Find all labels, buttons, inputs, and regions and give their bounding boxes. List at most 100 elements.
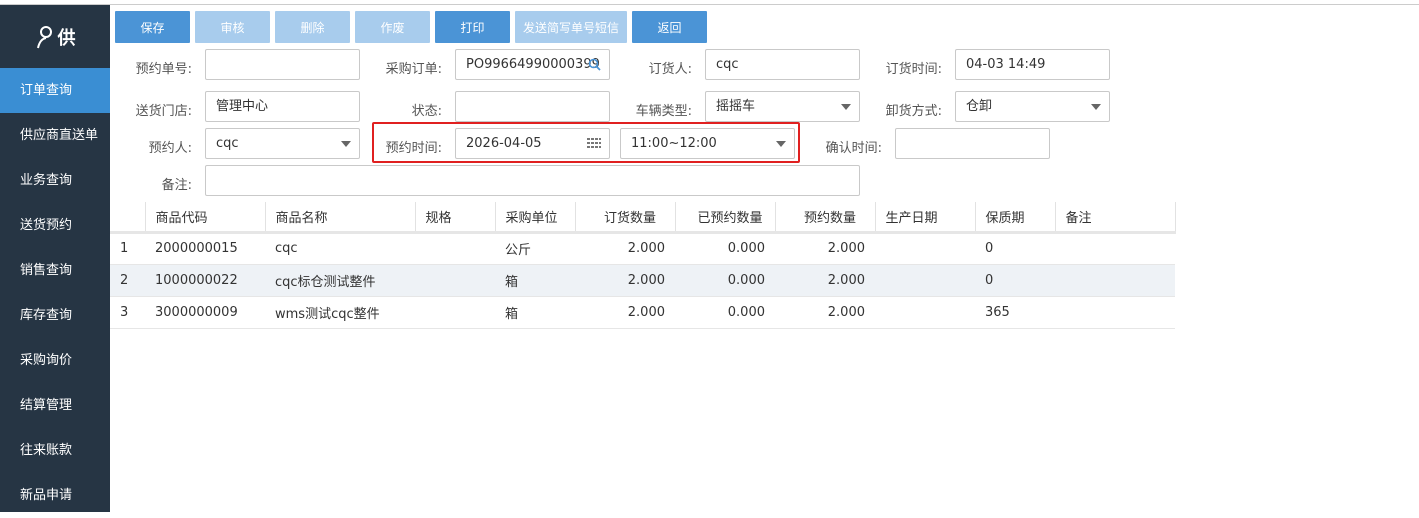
cell-unit: 箱 [495, 264, 575, 297]
vehicle-type-select[interactable]: 摇摇车 [705, 91, 860, 122]
logo: 供 [0, 5, 110, 68]
order-time-label: 订货时间: [885, 62, 942, 77]
cell-index: 2 [110, 264, 145, 297]
delete-button[interactable]: 删除 [275, 11, 350, 43]
col-header-production-date[interactable]: 生产日期 [875, 202, 976, 234]
cell-name: wms测试cqc整件 [265, 296, 415, 329]
sidebar-item-new-product[interactable]: 新品申请 [0, 473, 110, 518]
void-button[interactable]: 作废 [355, 11, 430, 43]
chevron-down-icon [1091, 104, 1101, 110]
store-label: 送货门店: [135, 104, 192, 119]
sidebar: 供 订单查询 供应商直送单 业务查询 送货预约 销售查询 库存查询 采购询价 结… [0, 5, 110, 512]
sidebar-item-inventory-query[interactable]: 库存查询 [0, 293, 110, 338]
reserver-select[interactable]: cqc [205, 128, 360, 159]
cell-remark[interactable] [1055, 296, 1175, 329]
chevron-down-icon [776, 141, 786, 147]
cell-reserve-qty[interactable]: 2.000 [775, 264, 875, 297]
col-header-shelf-life[interactable]: 保质期 [975, 202, 1056, 234]
remark-field[interactable] [205, 165, 860, 196]
cell-spec [415, 296, 495, 329]
cell-shelf-life: 365 [975, 296, 1055, 329]
reserver-value: cqc [216, 136, 239, 151]
order-time-field[interactable]: 04-03 14:49 [955, 49, 1110, 80]
cell-remark[interactable] [1055, 232, 1175, 265]
unload-method-value: 仓卸 [966, 99, 993, 114]
cell-spec [415, 264, 495, 297]
cell-code: 1000000022 [145, 264, 265, 297]
col-header-reserve-qty[interactable]: 预约数量 [775, 202, 876, 234]
cell-index: 3 [110, 296, 145, 329]
orderer-field[interactable]: cqc [705, 49, 860, 80]
logo-text: 供 [57, 27, 76, 49]
print-button[interactable]: 打印 [435, 11, 510, 43]
unload-method-select[interactable]: 仓卸 [955, 91, 1110, 122]
col-header-code[interactable]: 商品代码 [145, 202, 266, 234]
reserve-date-field[interactable]: 2026-04-05 [455, 128, 610, 159]
col-header-unit[interactable]: 采购单位 [495, 202, 576, 234]
cell-reserve-qty[interactable]: 2.000 [775, 232, 875, 265]
sidebar-item-supplier-direct[interactable]: 供应商直送单 [0, 113, 110, 158]
table-row[interactable]: 3 3000000009 wms测试cqc整件 箱 2.000 0.000 2.… [110, 296, 1175, 329]
purchase-order-label: 采购订单: [385, 62, 442, 77]
col-header-remark[interactable]: 备注 [1055, 202, 1176, 234]
status-label: 状态: [411, 104, 442, 119]
cell-reserved-qty: 0.000 [675, 232, 775, 265]
reserve-slot-value: 11:00~12:00 [631, 136, 717, 151]
reservation-no-label: 预约单号: [135, 62, 192, 77]
send-sms-button[interactable]: 发送简写单号短信 [515, 11, 627, 43]
confirm-time-label: 确认时间: [825, 141, 882, 156]
cell-order-qty: 2.000 [575, 264, 675, 297]
cell-reserve-qty[interactable]: 2.000 [775, 296, 875, 329]
reserve-date-value: 2026-04-05 [466, 136, 542, 151]
confirm-time-field[interactable] [895, 128, 1050, 159]
cell-production-date[interactable] [875, 264, 975, 297]
main-content: 保存 审核 删除 作废 打印 发送简写单号短信 返回 预约单号: 采购订单: P… [110, 5, 1419, 512]
cell-reserved-qty: 0.000 [675, 264, 775, 297]
table-row[interactable]: 1 2000000015 cqc 公斤 2.000 0.000 2.000 0 [110, 232, 1175, 265]
cell-code: 2000000015 [145, 232, 265, 265]
col-header-index [110, 202, 146, 234]
reserve-time-label: 预约时间: [385, 141, 442, 156]
audit-button[interactable]: 审核 [195, 11, 270, 43]
vehicle-type-value: 摇摇车 [716, 99, 756, 114]
col-header-name[interactable]: 商品名称 [265, 202, 416, 234]
calendar-icon[interactable] [587, 138, 601, 150]
save-button[interactable]: 保存 [115, 11, 190, 43]
cell-unit: 公斤 [495, 232, 575, 265]
cell-order-qty: 2.000 [575, 296, 675, 329]
reserver-label: 预约人: [148, 141, 192, 156]
cell-name: cqc标仓测试整件 [265, 264, 415, 297]
purchase-order-value: PO99664990000399 [466, 57, 600, 72]
status-field[interactable] [455, 91, 610, 122]
cell-order-qty: 2.000 [575, 232, 675, 265]
cell-spec [415, 232, 495, 265]
col-header-reserved-qty[interactable]: 已预约数量 [675, 202, 776, 234]
cell-name: cqc [265, 232, 415, 265]
col-header-order-qty[interactable]: 订货数量 [575, 202, 676, 234]
sidebar-item-order-query[interactable]: 订单查询 [0, 68, 110, 113]
col-header-spec[interactable]: 规格 [415, 202, 496, 234]
cell-production-date[interactable] [875, 296, 975, 329]
sidebar-item-purchase-inquiry[interactable]: 采购询价 [0, 338, 110, 383]
orderer-label: 订货人: [648, 62, 692, 77]
reservation-no-field[interactable] [205, 49, 360, 80]
purchase-order-field[interactable]: PO99664990000399 [455, 49, 610, 80]
cell-production-date[interactable] [875, 232, 975, 265]
reserve-slot-select[interactable]: 11:00~12:00 [620, 128, 795, 159]
sidebar-item-delivery-reservation[interactable]: 送货预约 [0, 203, 110, 248]
back-button[interactable]: 返回 [632, 11, 707, 43]
store-field[interactable]: 管理中心 [205, 91, 360, 122]
items-table: 商品代码 商品名称 规格 采购单位 订货数量 已预约数量 预约数量 生产日期 保… [110, 202, 1176, 329]
sidebar-item-accounts[interactable]: 往来账款 [0, 428, 110, 473]
sidebar-item-settlement[interactable]: 结算管理 [0, 383, 110, 428]
table-header-row: 商品代码 商品名称 规格 采购单位 订货数量 已预约数量 预约数量 生产日期 保… [110, 202, 1176, 234]
search-icon[interactable] [588, 58, 601, 71]
cell-shelf-life: 0 [975, 264, 1055, 297]
chevron-down-icon [341, 141, 351, 147]
sidebar-item-sales-query[interactable]: 销售查询 [0, 248, 110, 293]
cell-remark[interactable] [1055, 264, 1175, 297]
unload-method-label: 卸货方式: [885, 104, 942, 119]
cell-reserved-qty: 0.000 [675, 296, 775, 329]
sidebar-item-business-query[interactable]: 业务查询 [0, 158, 110, 203]
table-row[interactable]: 2 1000000022 cqc标仓测试整件 箱 2.000 0.000 2.0… [110, 264, 1175, 297]
